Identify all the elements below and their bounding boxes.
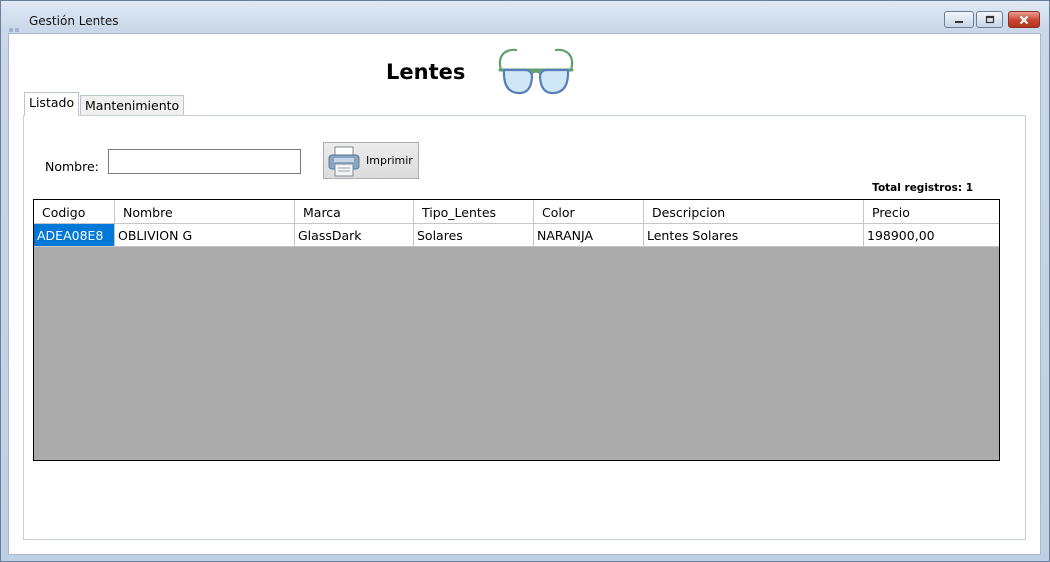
tab-listado[interactable]: Listado (24, 92, 80, 116)
column-header-marca[interactable]: Marca (295, 200, 414, 223)
cell-marca[interactable]: GlassDark (295, 224, 414, 246)
name-label: Nombre: (45, 159, 99, 174)
column-header-codigo[interactable]: Codigo (34, 200, 115, 223)
glasses-icon (495, 46, 577, 102)
cell-descripcion[interactable]: Lentes Solares (644, 224, 864, 246)
print-button-label: Imprimir (366, 154, 413, 167)
listado-panel: Nombre: Imprimir Total registros: 1 Codi… (23, 115, 1026, 540)
window-title: Gestión Lentes (29, 14, 119, 28)
close-icon (1019, 15, 1029, 25)
close-button[interactable] (1008, 11, 1040, 28)
minimize-button[interactable] (944, 11, 974, 28)
maximize-button[interactable] (976, 11, 1003, 28)
minimize-icon (955, 21, 963, 23)
column-header-color[interactable]: Color (534, 200, 644, 223)
printer-icon (327, 146, 361, 181)
app-window: Gestión Lentes Lentes Listado Mantenimie… (0, 0, 1050, 562)
cell-tipo-lentes[interactable]: Solares (414, 224, 534, 246)
column-header-tipo-lentes[interactable]: Tipo_Lentes (414, 200, 534, 223)
column-header-precio[interactable]: Precio (864, 200, 999, 223)
table-row[interactable]: ADEA08E8 OBLIVION G GlassDark Solares NA… (34, 224, 999, 247)
title-bar[interactable]: Gestión Lentes (1, 1, 1049, 33)
print-button[interactable]: Imprimir (323, 142, 419, 179)
results-grid[interactable]: Codigo Nombre Marca Tipo_Lentes Color De… (33, 199, 1000, 461)
cell-color[interactable]: NARANJA (534, 224, 644, 246)
grid-header-row: Codigo Nombre Marca Tipo_Lentes Color De… (34, 200, 999, 224)
cell-nombre[interactable]: OBLIVION G (115, 224, 295, 246)
total-records-label: Total registros: 1 (872, 182, 973, 194)
column-header-nombre[interactable]: Nombre (115, 200, 295, 223)
form-client-area: Lentes Listado Mantenimiento Nombre: Imp… (8, 33, 1041, 555)
restore-icon (985, 15, 994, 24)
cell-codigo[interactable]: ADEA08E8 (34, 224, 115, 246)
name-search-input[interactable] (108, 149, 301, 174)
column-header-descripcion[interactable]: Descripcion (644, 200, 864, 223)
page-title: Lentes (386, 60, 466, 84)
tab-mantenimiento[interactable]: Mantenimiento (80, 95, 185, 116)
cell-precio[interactable]: 198900,00 (864, 224, 999, 246)
